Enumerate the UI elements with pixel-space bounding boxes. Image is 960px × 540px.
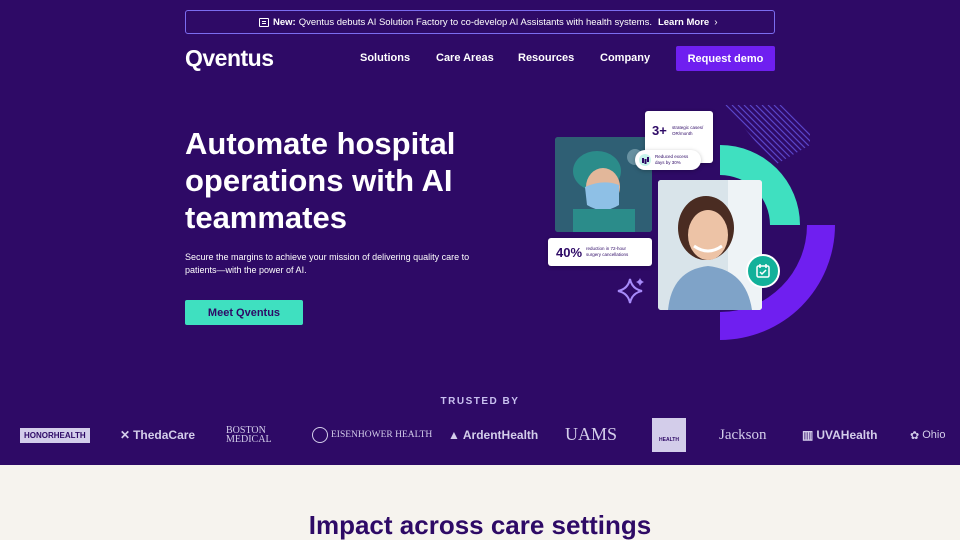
learn-more-link[interactable]: Learn More: [658, 17, 709, 28]
cases-label: strategic cases/ OR/month: [672, 125, 703, 137]
logo-text: HEALTH: [659, 437, 679, 443]
headline-line: operations with AI: [185, 163, 453, 198]
request-demo-button[interactable]: Request demo: [676, 46, 775, 71]
nav-resources[interactable]: Resources: [518, 52, 574, 64]
logo-text: BOSTON MEDICAL: [226, 425, 272, 445]
chevron-right-icon: ›: [714, 16, 718, 28]
excess-days-card: Reduced excess days by 30%: [635, 150, 701, 170]
excess-label: Reduced excess days by 30%: [655, 154, 688, 166]
logo-mark-icon: ✿: [910, 429, 920, 442]
meet-qventus-button[interactable]: Meet Qventus: [185, 300, 303, 325]
cancel-label-line: surgery cancellations: [586, 252, 629, 257]
announcement-badge: New:: [273, 16, 296, 28]
cancellation-stat-card: 40% reduction in 72-hour surgery cancell…: [548, 238, 652, 266]
chart-icon: [639, 154, 651, 166]
cancel-label: reduction in 72-hour surgery cancellatio…: [586, 246, 628, 258]
logo-ardenthealth: ▲ ArdentHealth: [448, 427, 538, 443]
qventus-logo[interactable]: Qventus: [185, 45, 274, 72]
clinician-photo: [658, 180, 762, 310]
logo-mark-icon: ▥: [802, 428, 814, 442]
cancel-value: 40%: [556, 244, 583, 260]
impact-section-title: Impact across care settings: [308, 510, 652, 540]
newspaper-icon: [259, 17, 269, 27]
logo-text: ArdentHealth: [462, 428, 539, 442]
nav-care-areas[interactable]: Care Areas: [436, 52, 494, 64]
logo-uvahealth: ▥ UVAHealth: [802, 427, 877, 443]
hero-headline: Automate hospital operations with AI tea…: [185, 125, 505, 236]
logo-text: UAMS: [565, 423, 618, 444]
logo-mhealth: HEALTH: [652, 418, 686, 452]
logo-uams: UAMS: [565, 423, 617, 445]
logo-mark-icon: ▲: [448, 428, 460, 442]
cases-value: 3+: [652, 123, 667, 138]
cases-label-line: OR/month: [672, 131, 693, 136]
subtext-line: patients—with the power of AI.: [185, 265, 307, 275]
announcement-bar[interactable]: New: Qventus debuts AI Solution Factory …: [185, 10, 775, 34]
logo-text: EISENHOWER HEALTH: [331, 430, 433, 440]
nav-solutions[interactable]: Solutions: [360, 52, 410, 64]
nurse-photo: [555, 137, 652, 232]
hero-subtext: Secure the margins to achieve your missi…: [185, 251, 495, 277]
headline-line: teammates: [185, 200, 347, 235]
nav-company[interactable]: Company: [600, 52, 650, 64]
trusted-by-title: TRUSTED BY: [440, 396, 520, 407]
logo-eisenhower: EISENHOWER HEALTH: [312, 427, 432, 443]
logo-mark-icon: [312, 427, 328, 443]
logo-text: UVAHealth: [816, 428, 878, 442]
subtext-line: Secure the margins to achieve your missi…: [185, 252, 470, 262]
logo-thedacare: ✕ ThedaCare: [120, 427, 195, 443]
logo-text: Jackson: [719, 426, 767, 443]
excess-label-line: days by 30%: [655, 160, 681, 165]
logo-text: HONORHEALTH: [20, 427, 90, 443]
logo-jackson: Jackson: [719, 424, 767, 446]
logo-text: Ohio: [922, 429, 946, 441]
calendar-check-icon: [746, 254, 780, 288]
logo-ohio: ✿ Ohio: [910, 427, 945, 443]
logo-text: ThedaCare: [133, 428, 196, 442]
hero-visual: 3+ strategic cases/ OR/month Reduced exc…: [540, 105, 850, 345]
sparkle-icon: [617, 278, 644, 304]
logo-boston-medical: BOSTON MEDICAL: [226, 424, 284, 446]
logo-honorhealth: HONORHEALTH: [20, 427, 90, 443]
hero-section: New: Qventus debuts AI Solution Factory …: [0, 0, 960, 465]
announcement-text: Qventus debuts AI Solution Factory to co…: [298, 16, 652, 28]
headline-line: Automate hospital: [185, 126, 456, 161]
logo-mark-icon: ✕: [120, 428, 131, 442]
